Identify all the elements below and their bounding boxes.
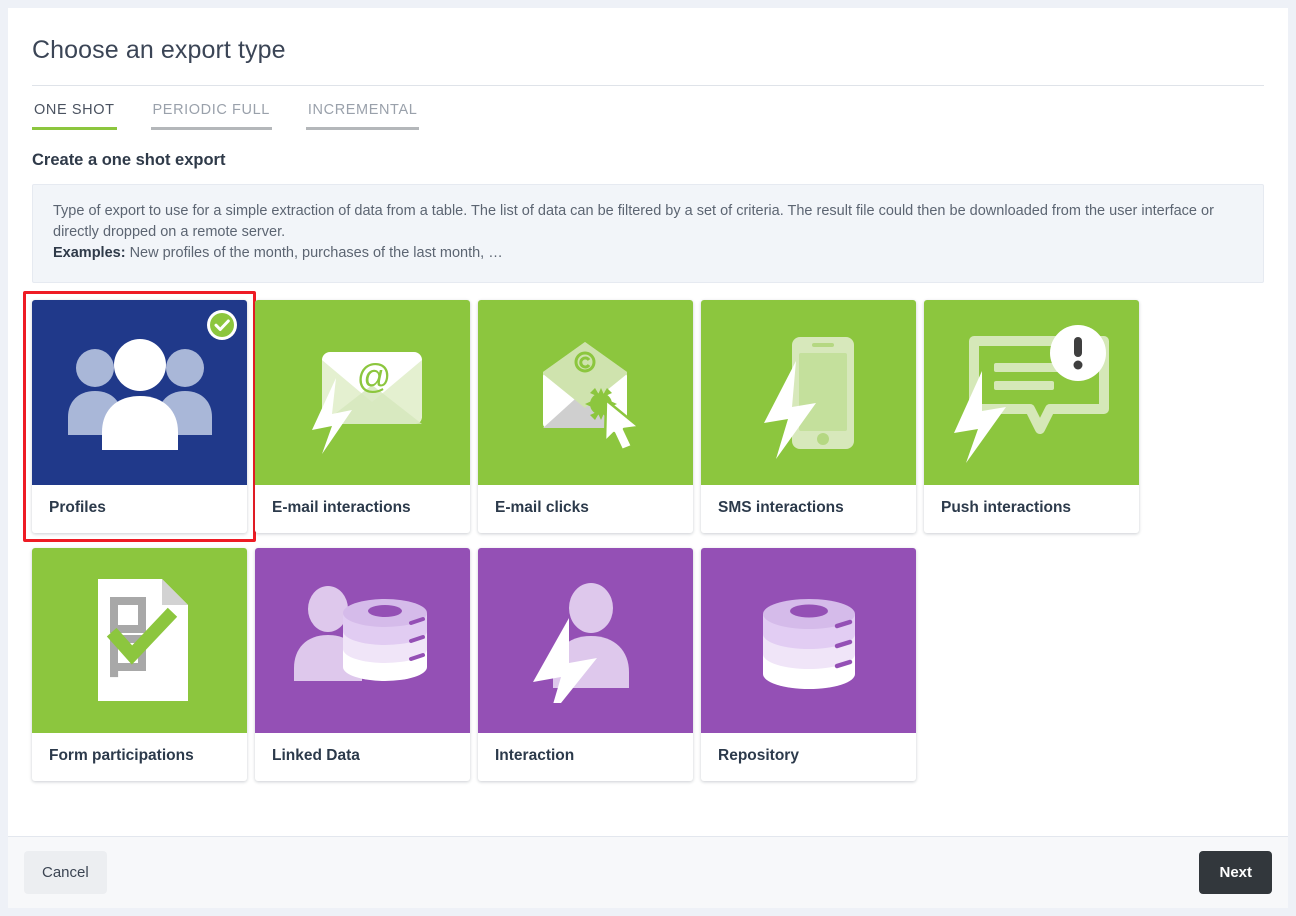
card-sms-interactions[interactable]: SMS interactions (701, 300, 916, 534)
database-icon (749, 578, 869, 703)
phone-bolt-icon (744, 325, 874, 460)
tab-one-shot[interactable]: ONE SHOT (32, 102, 117, 130)
examples-text: New profiles of the month, purchases of … (129, 245, 503, 262)
examples-label: Examples: (53, 245, 126, 262)
card-push-interactions[interactable]: Push interactions (924, 300, 1139, 534)
form-check-icon (80, 573, 200, 708)
tab-periodic-full[interactable]: PERIODIC FULL (150, 102, 272, 130)
people-icon (65, 335, 215, 451)
card-label: Repository (718, 747, 799, 765)
card-label: SMS interactions (718, 499, 844, 517)
card-art-repository (701, 548, 916, 734)
card-art-email-interactions: @ (255, 300, 470, 486)
card-email-clicks[interactable]: E-mail clicks (478, 300, 693, 534)
export-type-card-grid: Profiles @ E-mail interactions E-mail cl… (23, 291, 1264, 782)
dialog-content: Choose an export type ONE SHOT PERIODIC … (8, 8, 1288, 836)
svg-text:@: @ (357, 358, 392, 396)
card-form-participations[interactable]: Form participations (32, 548, 247, 782)
cancel-button[interactable]: Cancel (24, 851, 107, 894)
card-art-sms-interactions (701, 300, 916, 486)
dialog-footer: Cancel Next (8, 836, 1288, 908)
export-type-tabs: ONE SHOT PERIODIC FULL INCREMENTAL (32, 86, 1264, 130)
speech-alert-icon (952, 323, 1112, 463)
person-bolt-icon (513, 578, 658, 704)
card-linked-data[interactable]: Linked Data (255, 548, 470, 782)
card-art-interaction (478, 548, 693, 734)
card-art-push-interactions (924, 300, 1139, 486)
card-label: E-mail clicks (495, 499, 589, 517)
card-label: Interaction (495, 747, 575, 765)
card-interaction[interactable]: Interaction (478, 548, 693, 782)
card-art-profiles (32, 300, 247, 486)
card-art-form-participations (32, 548, 247, 734)
card-label: Linked Data (272, 747, 360, 765)
page-title: Choose an export type (32, 8, 1264, 86)
envelope-click-icon (513, 330, 658, 455)
tab-incremental[interactable]: INCREMENTAL (305, 102, 420, 130)
export-type-dialog: Choose an export type ONE SHOT PERIODIC … (8, 8, 1288, 908)
export-type-description: Type of export to use for a simple extra… (32, 184, 1264, 284)
next-button[interactable]: Next (1199, 851, 1272, 894)
card-label: E-mail interactions (272, 499, 411, 517)
card-label: Profiles (49, 499, 106, 517)
card-art-linked-data (255, 548, 470, 734)
person-database-icon (285, 581, 440, 701)
card-art-email-clicks (478, 300, 693, 486)
card-email-interactions[interactable]: @ E-mail interactions (255, 300, 470, 534)
description-text: Type of export to use for a simple extra… (53, 203, 1214, 241)
card-repository[interactable]: Repository (701, 548, 916, 782)
card-label: Push interactions (941, 499, 1072, 517)
card-label: Form participations (49, 747, 194, 765)
selected-check-icon (206, 309, 238, 341)
card-profiles[interactable]: Profiles (23, 291, 256, 543)
section-title: Create a one shot export (32, 151, 226, 169)
envelope-at-bolt-icon: @ (290, 330, 435, 455)
